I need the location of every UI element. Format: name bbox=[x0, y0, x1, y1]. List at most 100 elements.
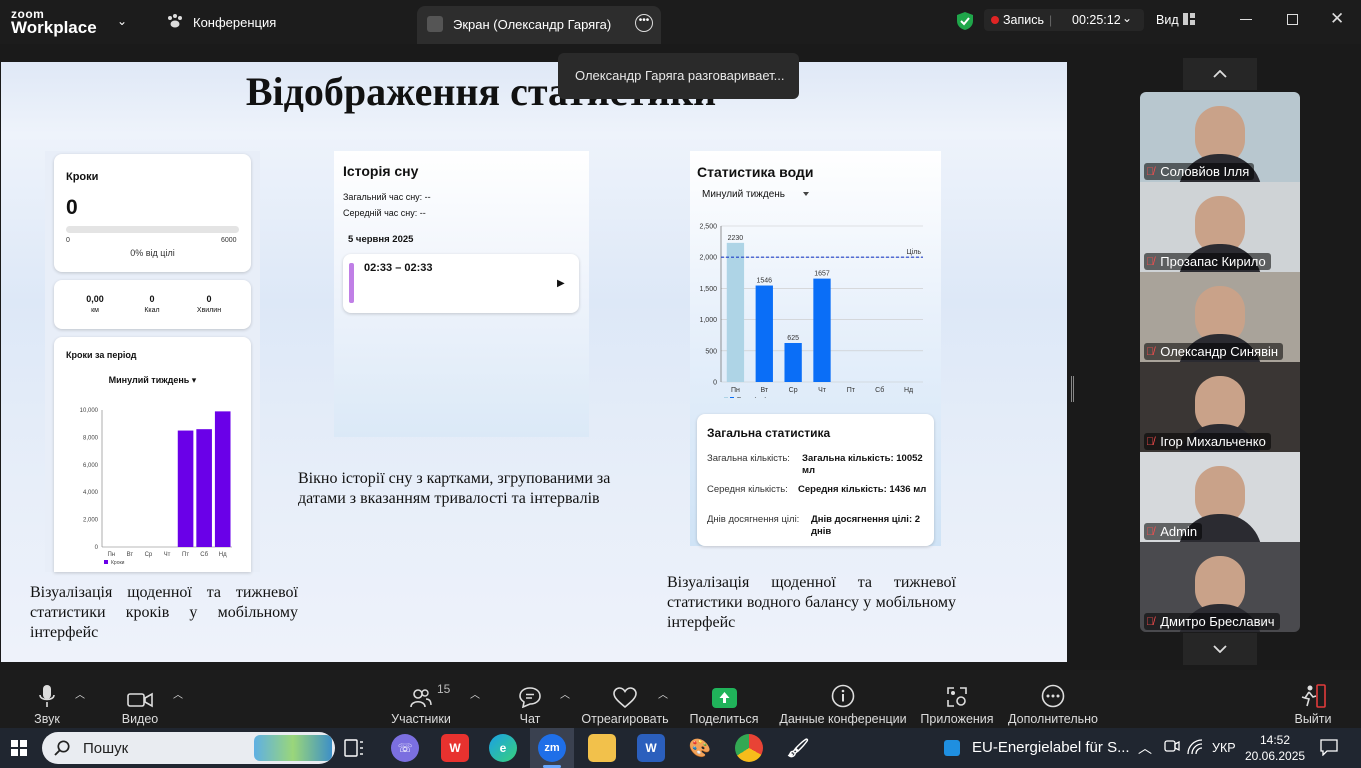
search-icon bbox=[54, 740, 70, 756]
participant-tile[interactable]: 🎙̸ Олександр Синявін bbox=[1140, 272, 1300, 362]
shared-slide[interactable]: Відображення статистики Кроки 0 0 6000 0… bbox=[1, 62, 1067, 662]
view-button[interactable]: Вид bbox=[1156, 13, 1179, 27]
edge-browser-icon[interactable]: e bbox=[489, 734, 517, 762]
steps-card: Кроки 0 0 6000 0% від цілі bbox=[54, 154, 251, 272]
y-tick-label: 10,000 bbox=[80, 408, 99, 414]
participant-name: Прозапас Кирило bbox=[1160, 254, 1266, 269]
minimize-icon[interactable] bbox=[1240, 19, 1252, 20]
paint-icon[interactable]: 🎨 bbox=[686, 734, 714, 762]
clock[interactable]: 14:52 20.06.2025 bbox=[1245, 732, 1305, 764]
sleep-card[interactable]: 02:33 – 02:33 ▶ bbox=[343, 254, 579, 313]
splitter-handle[interactable] bbox=[1071, 376, 1074, 402]
x-tick-label: Ср bbox=[789, 387, 798, 394]
info-icon bbox=[831, 684, 855, 708]
water-period-select[interactable]: Минулий тиждень bbox=[702, 189, 785, 200]
video-options-caret[interactable]: ︿ bbox=[173, 686, 183, 701]
participants-options-caret[interactable]: ︿ bbox=[470, 686, 480, 701]
chevron-up-icon[interactable]: ︿ bbox=[1138, 738, 1152, 758]
participant-tile[interactable]: 🎙̸ Прозапас Кирило bbox=[1140, 182, 1300, 272]
meeting-info-button[interactable]: Данные конференции bbox=[779, 670, 907, 728]
bar bbox=[813, 278, 831, 382]
participant-tile[interactable]: 🎙̸ Соловйов Ілля bbox=[1140, 92, 1300, 182]
range-max: 6000 bbox=[221, 237, 237, 244]
participants-icon bbox=[410, 689, 432, 708]
active-window-title[interactable]: EU-Energielabel für S... bbox=[972, 739, 1130, 756]
more-options-icon[interactable]: ••• bbox=[635, 14, 653, 32]
screen-share-tab[interactable]: Экран (Олександр Гаряга) ••• bbox=[417, 6, 661, 44]
sleep-total: Загальний час сну: -- bbox=[343, 192, 431, 202]
period-select[interactable]: Минулий тиждень ▾ bbox=[54, 375, 251, 386]
close-icon[interactable]: ✕ bbox=[1330, 9, 1344, 29]
microphone-icon bbox=[39, 685, 55, 707]
paint-palette-icon[interactable]: 🖌 bbox=[784, 734, 812, 762]
sleep-average: Середній час сну: -- bbox=[343, 208, 426, 218]
react-options-caret[interactable]: ︿ bbox=[658, 686, 668, 701]
windows-taskbar: Пошук ☏ W e zm W 🎨 🖌 EU-Energielabel für… bbox=[0, 728, 1361, 768]
word-icon[interactable]: W bbox=[637, 734, 665, 762]
participant-name-label: 🎙̸ Admin bbox=[1144, 523, 1203, 540]
title-bar: zoom Workplace ⌄ Конференция Экран (Олек… bbox=[0, 0, 1361, 44]
chrome-icon[interactable] bbox=[735, 734, 763, 762]
participant-tile[interactable]: 🎙̸ Admin bbox=[1140, 452, 1300, 542]
app-window-icon[interactable] bbox=[944, 740, 960, 756]
language-indicator[interactable]: УКР bbox=[1212, 741, 1236, 755]
recording-indicator[interactable]: Запись | 00:25:12 ⌄ bbox=[984, 9, 1144, 31]
wps-office-icon[interactable]: W bbox=[441, 734, 469, 762]
apps-button[interactable]: Приложения bbox=[918, 670, 996, 728]
steps-title: Кроки bbox=[66, 171, 99, 183]
legend-swatch bbox=[724, 397, 728, 398]
more-icon bbox=[1041, 684, 1065, 708]
water-summary-card: Загальна статистика Загальна кількість: … bbox=[697, 414, 934, 546]
notification-icon[interactable] bbox=[1320, 739, 1338, 756]
total-value: Загальна кількість: 10052 мл bbox=[802, 453, 923, 476]
chat-options-caret[interactable]: ︿ bbox=[560, 686, 570, 701]
taskbar-search[interactable]: Пошук bbox=[42, 732, 335, 764]
zoom-taskbar-active[interactable]: zm bbox=[530, 728, 574, 768]
more-button[interactable]: Дополнительно bbox=[1007, 670, 1099, 728]
gallery-scroll-up[interactable] bbox=[1183, 58, 1257, 90]
sleep-accent-bar bbox=[349, 263, 354, 303]
audio-button[interactable]: Звук bbox=[28, 670, 66, 728]
period-title: Кроки за період bbox=[66, 350, 137, 360]
x-tick-label: Нд bbox=[219, 552, 227, 558]
steps-bar-chart: 0 2,000 4,000 6,000 8,000 10,000 Пн Вт Ср Чт Пт Сб Н… bbox=[80, 408, 232, 566]
dropdown-arrow-icon[interactable] bbox=[803, 192, 809, 196]
share-button[interactable]: Поделиться bbox=[689, 670, 759, 728]
leave-button[interactable]: Выйти bbox=[1294, 670, 1332, 728]
file-explorer-icon[interactable] bbox=[588, 734, 616, 762]
bar bbox=[784, 343, 802, 382]
react-button[interactable]: Отреагировать bbox=[581, 670, 669, 728]
gallery-scroll-down[interactable] bbox=[1183, 633, 1257, 665]
viber-icon[interactable]: ☏ bbox=[391, 734, 419, 762]
camera-tray-icon[interactable] bbox=[1164, 739, 1180, 753]
y-tick-label: 500 bbox=[705, 348, 717, 355]
range-min: 0 bbox=[66, 237, 70, 244]
play-icon[interactable]: ▶ bbox=[557, 278, 565, 289]
average-value: Середня кількість: 1436 мл bbox=[798, 484, 927, 495]
chat-button[interactable]: Чат bbox=[515, 670, 545, 728]
participant-tile[interactable]: 🎙̸ Дмитро Бреславич bbox=[1140, 542, 1300, 632]
shield-icon[interactable] bbox=[956, 11, 974, 31]
grid-view-icon[interactable] bbox=[1183, 13, 1195, 25]
water-screenshot: Статистика води Минулий тиждень 0 500 1,00… bbox=[690, 151, 941, 546]
meeting-menu-button[interactable] bbox=[166, 13, 184, 29]
chevron-down-icon[interactable]: ⌄ bbox=[117, 14, 127, 28]
meeting-label[interactable]: Конференция bbox=[193, 15, 276, 30]
caption-sleep: Вікно історії сну з картками, згруповани… bbox=[298, 470, 611, 507]
chevron-down-icon[interactable]: ⌄ bbox=[1122, 11, 1132, 25]
video-button[interactable]: Видео bbox=[120, 670, 160, 728]
windows-start-icon[interactable] bbox=[11, 740, 27, 756]
y-tick-label: 6,000 bbox=[83, 463, 99, 469]
participants-button[interactable]: Участники bbox=[388, 670, 454, 728]
paw-icon bbox=[168, 14, 182, 28]
bar bbox=[214, 411, 231, 547]
task-view-icon[interactable] bbox=[344, 739, 364, 757]
record-timer: 00:25:12 bbox=[1072, 13, 1121, 27]
y-tick-label: 1,000 bbox=[699, 317, 717, 324]
audio-options-caret[interactable]: ︿ bbox=[75, 686, 85, 701]
restore-icon[interactable] bbox=[1287, 14, 1298, 25]
wifi-icon[interactable] bbox=[1187, 739, 1203, 755]
bar bbox=[177, 430, 194, 547]
bar bbox=[726, 242, 745, 382]
participant-tile[interactable]: 🎙̸ Ігор Михальченко bbox=[1140, 362, 1300, 452]
